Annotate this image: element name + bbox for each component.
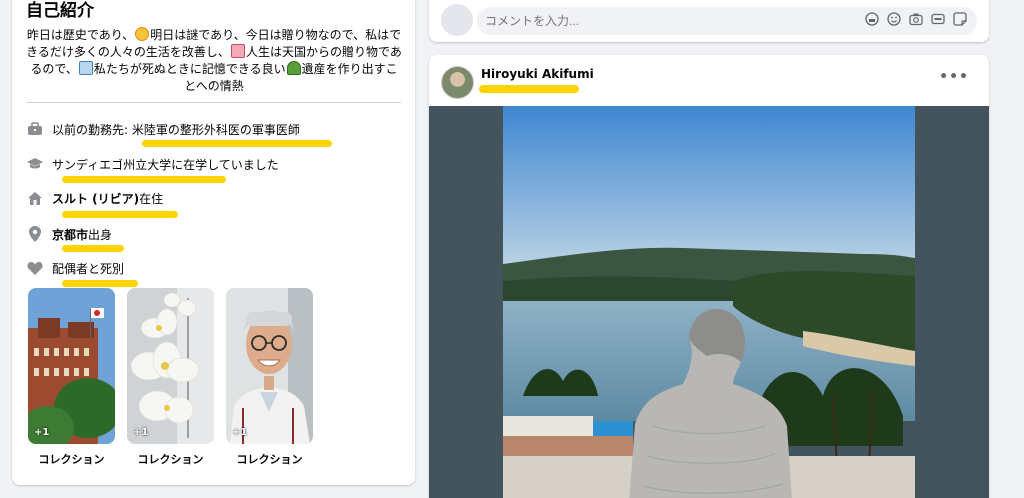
- briefcase-icon: [26, 120, 44, 138]
- emoji-icon[interactable]: [887, 12, 901, 26]
- collection-label[interactable]: コレクション: [138, 451, 204, 467]
- author-avatar[interactable]: [441, 66, 474, 99]
- gif-icon[interactable]: [931, 12, 945, 26]
- sticker-icon[interactable]: [953, 12, 967, 26]
- detail-relationship-text: 配偶者と死別: [52, 261, 125, 276]
- collection-count-badge: +1: [133, 427, 149, 438]
- intro-card: 自己紹介 昨日は歴史であり、 明日は謎であり、今日は贈り物なので、私はできるだけ多…: [12, 0, 415, 485]
- highlight-mark: [142, 140, 332, 147]
- detail-work-text: 以前の勤務先: 米陸軍の整形外科医の軍事医師: [52, 122, 300, 137]
- bio-part-4: 私たちが死ぬときに記憶できる良い: [93, 62, 286, 76]
- detail-hometown: 京都市 出身: [26, 224, 112, 244]
- collection-thumbnail-portrait[interactable]: +1: [226, 288, 313, 444]
- tree-emoji-icon: [286, 61, 301, 75]
- divider: [26, 102, 401, 103]
- post-card: Hiroyuki Akifumi •••: [429, 55, 989, 498]
- home-icon: [26, 189, 44, 207]
- collection-thumbnail-orchids[interactable]: +1: [127, 288, 214, 444]
- location-pin-icon: [26, 225, 44, 243]
- house-emoji-icon: [230, 44, 245, 58]
- comment-tools: [865, 12, 967, 26]
- detail-hometown-text: 出身: [88, 227, 113, 242]
- featured-collections: +1 コレクション +1 コレクション +1 コレクション: [28, 288, 313, 467]
- highlight-mark: [62, 245, 124, 252]
- highlight-mark: [62, 176, 226, 183]
- post-media[interactable]: [429, 106, 989, 498]
- detail-residence: スルト (リビア) 在住: [26, 188, 163, 208]
- highlight-mark: [479, 85, 579, 93]
- detail-hometown-city: 京都市: [52, 227, 89, 242]
- more-options-button[interactable]: •••: [939, 69, 969, 85]
- bio-part-1: 昨日は歴史であり、: [26, 28, 135, 42]
- post-author-name[interactable]: Hiroyuki Akifumi: [481, 67, 594, 81]
- collection-item[interactable]: +1 コレクション: [226, 288, 313, 467]
- detail-relationship: 配偶者と死別: [26, 258, 124, 278]
- collection-count-badge: +1: [34, 427, 50, 438]
- collection-count-badge: +1: [232, 427, 248, 438]
- home-emoji-icon: [78, 61, 93, 75]
- camera-icon[interactable]: [909, 12, 923, 26]
- detail-residence-text: 在住: [139, 191, 164, 206]
- highlight-mark: [62, 211, 178, 218]
- collection-label[interactable]: コレクション: [39, 451, 105, 467]
- comment-composer: [429, 0, 989, 42]
- detail-education: サンディエゴ州立大学に在学していました: [26, 154, 279, 174]
- graduation-cap-icon: [26, 155, 44, 173]
- highlight-mark: [62, 280, 138, 287]
- post-photo[interactable]: [503, 106, 915, 498]
- avatar-sticker-icon[interactable]: [865, 12, 879, 26]
- detail-work: 以前の勤務先: 米陸軍の整形外科医の軍事医師: [26, 119, 300, 139]
- detail-education-text: サンディエゴ州立大学に在学していました: [52, 157, 279, 172]
- collection-label[interactable]: コレクション: [237, 451, 303, 467]
- avatar: [441, 4, 473, 36]
- collection-item[interactable]: +1 コレクション: [28, 288, 115, 467]
- collection-thumbnail-station[interactable]: +1: [28, 288, 115, 444]
- detail-residence-city: スルト (リビア): [52, 191, 140, 206]
- collection-item[interactable]: +1 コレクション: [127, 288, 214, 467]
- smiling-face-emoji-icon: [135, 27, 150, 41]
- intro-title: 自己紹介: [26, 1, 94, 21]
- heart-icon: [26, 259, 44, 277]
- bio-text: 昨日は歴史であり、 明日は謎であり、今日は贈り物なので、私はできるだけ多くの人々の…: [26, 27, 402, 95]
